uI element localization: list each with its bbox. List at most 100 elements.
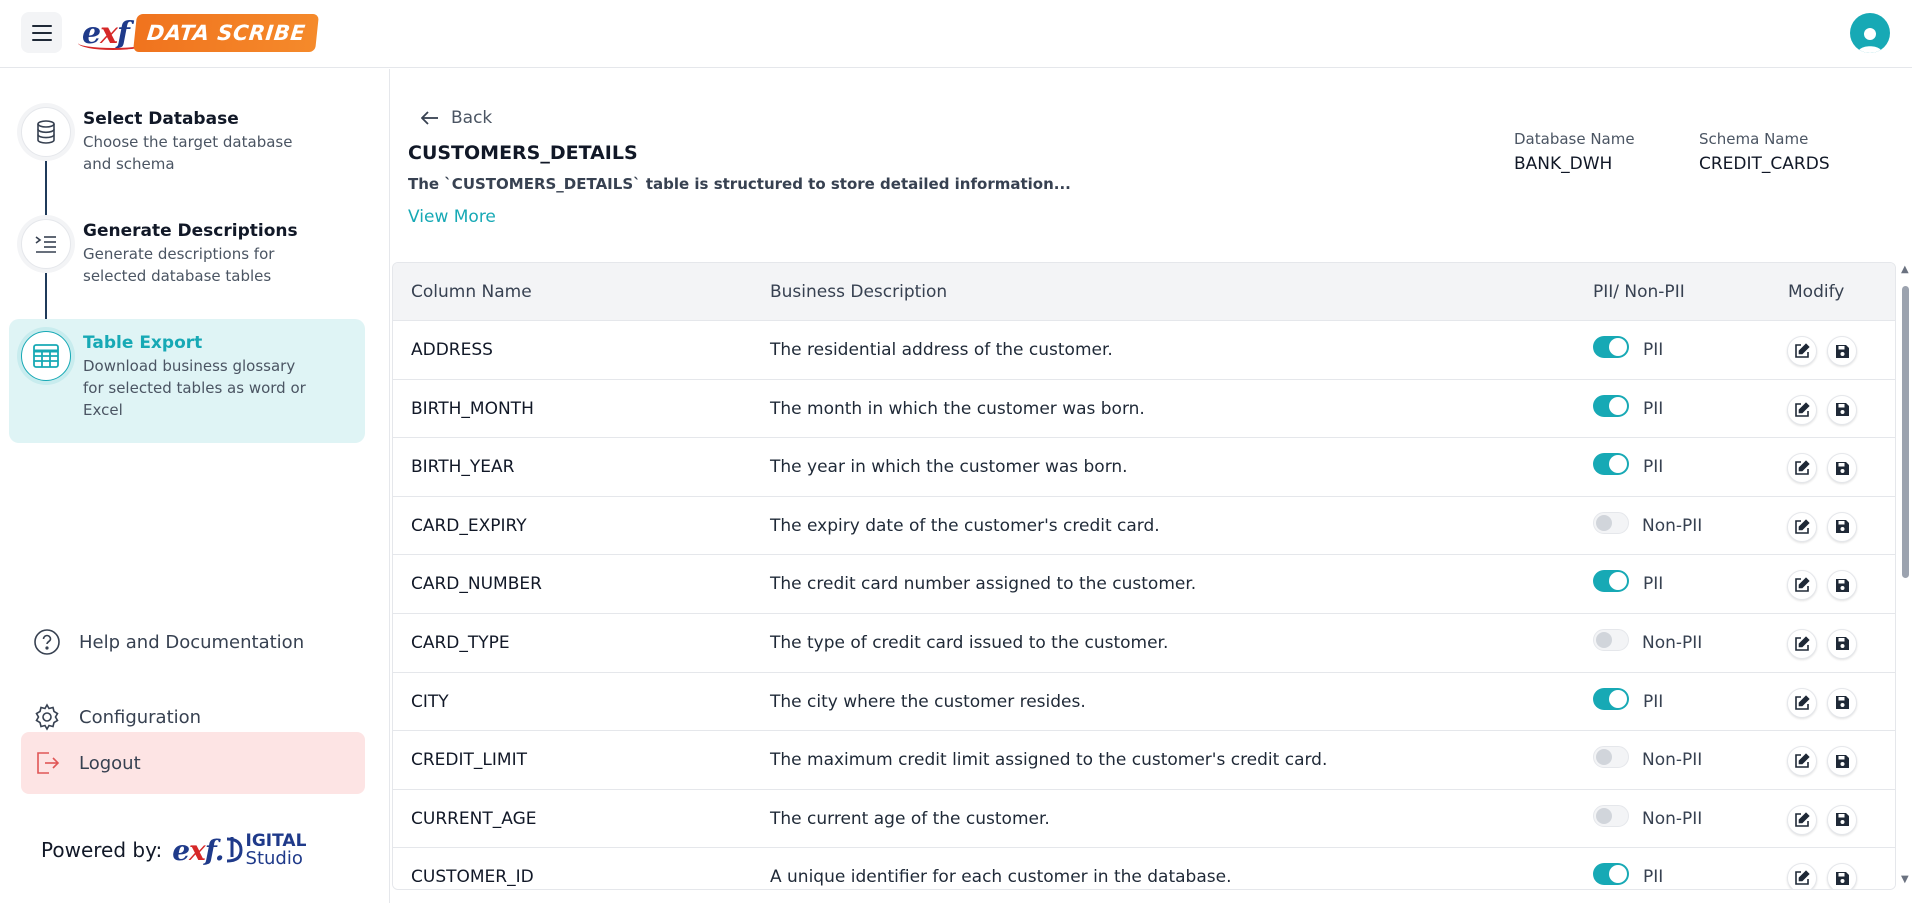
- scroll-up-icon[interactable]: ▲: [1901, 264, 1909, 275]
- table-row: CARD_TYPE The type of credit card issued …: [393, 613, 1895, 673]
- save-icon[interactable]: [1827, 863, 1857, 889]
- business-description: The current age of the customer.: [770, 808, 1050, 829]
- column-name: ADDRESS: [411, 340, 493, 360]
- step-title: Select Database: [83, 109, 239, 129]
- hamburger-menu-icon[interactable]: [21, 12, 62, 53]
- table-row: CITY The city where the customer resides.…: [393, 672, 1895, 732]
- step-title: Table Export: [83, 333, 203, 353]
- logout-button[interactable]: Logout: [21, 732, 365, 794]
- pii-toggle[interactable]: [1593, 394, 1629, 417]
- step-select-database[interactable]: Select Database Choose the target databa…: [9, 95, 365, 187]
- pii-label: PII: [1643, 457, 1664, 478]
- data-scribe-badge: DATA SCRIBE: [132, 14, 320, 52]
- header-pii: PII/ Non-PII: [1593, 282, 1685, 302]
- edit-icon[interactable]: [1787, 336, 1817, 366]
- pii-label: PII: [1643, 867, 1664, 888]
- step-generate-descriptions[interactable]: Generate Descriptions Generate descripti…: [9, 207, 365, 299]
- powered-by-label: Powered by:: [41, 838, 163, 862]
- column-name: CITY: [411, 691, 449, 712]
- edit-icon[interactable]: [1787, 628, 1817, 659]
- app-logo[interactable]: exf DATA SCRIBE: [78, 12, 320, 54]
- edit-icon[interactable]: [1787, 746, 1817, 777]
- edit-icon[interactable]: [1787, 570, 1817, 601]
- table-header: Column Name Business Description PII/ No…: [393, 263, 1895, 321]
- config-label: Configuration: [79, 706, 202, 728]
- business-description: The month in which the customer was born…: [770, 398, 1145, 419]
- back-button[interactable]: Back: [421, 108, 492, 128]
- arrow-left-icon: [421, 111, 438, 125]
- view-more-link[interactable]: View More: [408, 207, 496, 227]
- pii-toggle[interactable]: [1593, 746, 1629, 769]
- edit-icon[interactable]: [1787, 804, 1817, 835]
- pii-label: Non-PII: [1642, 750, 1703, 771]
- step-desc: Download business glossary for selected …: [83, 357, 306, 419]
- business-description: The maximum credit limit assigned to the…: [770, 750, 1328, 771]
- help-documentation-link[interactable]: Help and Documentation: [21, 611, 365, 673]
- pii-label: PII: [1643, 574, 1664, 595]
- save-icon[interactable]: [1827, 804, 1857, 835]
- column-name: BIRTH_MONTH: [411, 398, 534, 419]
- exf-logo: exf: [78, 16, 148, 51]
- column-name: CARD_TYPE: [411, 632, 510, 653]
- header-column-name: Column Name: [411, 282, 532, 302]
- table-row: CARD_NUMBER The credit card number assign…: [393, 555, 1895, 614]
- business-description: A unique identifier for each customer in…: [770, 867, 1232, 888]
- database-name-info: Database Name BANK_DWH: [1514, 130, 1635, 174]
- table-row: BIRTH_YEAR The year in which the customer…: [393, 438, 1895, 497]
- table-row: CURRENT_AGE The current age of the custom…: [393, 789, 1895, 849]
- pii-toggle[interactable]: [1593, 628, 1629, 651]
- edit-icon[interactable]: [1787, 863, 1817, 889]
- scroll-thumb[interactable]: [1902, 286, 1909, 578]
- table-body: ADDRESS The residential address of the cu…: [393, 321, 1895, 889]
- pii-toggle[interactable]: [1593, 804, 1629, 827]
- header-modify: Modify: [1788, 282, 1845, 302]
- business-description: The residential address of the customer.: [770, 340, 1113, 360]
- column-name: CUSTOMER_ID: [411, 867, 534, 888]
- save-icon[interactable]: [1827, 628, 1857, 659]
- column-name: CARD_EXPIRY: [411, 515, 527, 536]
- column-name: CURRENT_AGE: [411, 808, 537, 829]
- schema-name-label: Schema Name: [1699, 130, 1809, 148]
- pii-toggle[interactable]: [1593, 453, 1629, 476]
- business-description: The city where the customer resides.: [770, 691, 1086, 712]
- database-name-value: BANK_DWH: [1514, 154, 1613, 174]
- list-indent-icon: [21, 219, 71, 269]
- save-icon[interactable]: [1827, 746, 1857, 777]
- top-header: exf DATA SCRIBE: [0, 0, 1912, 68]
- edit-icon[interactable]: [1787, 687, 1817, 718]
- scroll-down-icon[interactable]: ▼: [1901, 874, 1909, 885]
- pii-toggle[interactable]: [1593, 863, 1629, 886]
- logout-icon: [37, 752, 60, 774]
- table-scrollbar[interactable]: ▲ ▼: [1898, 262, 1912, 890]
- back-label: Back: [451, 108, 493, 128]
- save-icon[interactable]: [1827, 511, 1857, 542]
- schema-name-info: Schema Name CREDIT_CARDS: [1699, 130, 1830, 174]
- header-business-description: Business Description: [770, 282, 948, 302]
- step-desc: Choose the target database and schema: [83, 133, 293, 173]
- pii-label: PII: [1643, 691, 1664, 712]
- pii-toggle[interactable]: [1593, 511, 1629, 534]
- gear-icon: [35, 703, 59, 731]
- step-title: Generate Descriptions: [83, 221, 298, 241]
- save-icon[interactable]: [1827, 453, 1857, 484]
- edit-icon[interactable]: [1787, 511, 1817, 542]
- save-icon[interactable]: [1827, 336, 1857, 366]
- logout-label: Logout: [79, 752, 141, 774]
- edit-icon[interactable]: [1787, 394, 1817, 425]
- save-icon[interactable]: [1827, 687, 1857, 718]
- exf-digital-studio-logo: exf. IGITAL Studio: [172, 831, 307, 869]
- save-icon[interactable]: [1827, 394, 1857, 425]
- pii-label: Non-PII: [1642, 808, 1703, 829]
- user-avatar-icon[interactable]: [1850, 13, 1890, 53]
- database-icon: [21, 107, 71, 157]
- edit-icon[interactable]: [1787, 453, 1817, 484]
- pii-toggle[interactable]: [1593, 687, 1629, 710]
- powered-by: Powered by: exf. IGITAL Studio: [41, 832, 306, 868]
- database-name-label: Database Name: [1514, 130, 1635, 148]
- business-description: The type of credit card issued to the cu…: [770, 632, 1169, 653]
- pii-label: PII: [1643, 340, 1664, 360]
- step-table-export[interactable]: Table Export Download business glossary …: [9, 319, 365, 443]
- pii-toggle[interactable]: [1593, 570, 1629, 593]
- save-icon[interactable]: [1827, 570, 1857, 601]
- pii-toggle[interactable]: [1593, 336, 1629, 358]
